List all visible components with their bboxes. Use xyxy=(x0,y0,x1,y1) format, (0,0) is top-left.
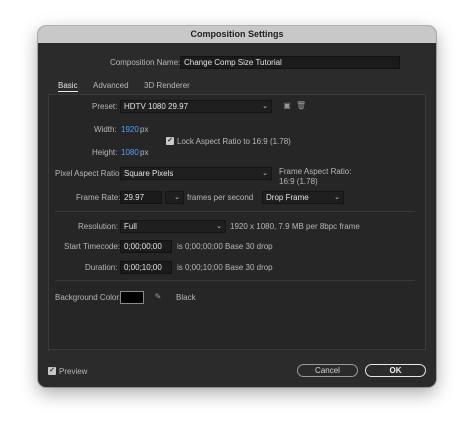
resolution-label: Resolution: xyxy=(78,222,119,231)
composition-settings-dialog: Composition Settings Composition Name: C… xyxy=(38,26,436,387)
width-value[interactable]: 1920 xyxy=(121,125,139,134)
width-unit: px xyxy=(140,125,149,134)
duration-info: is 0;00;10;00 Base 30 drop xyxy=(177,263,273,272)
frame-rate-label: Frame Rate: xyxy=(76,193,121,202)
preset-label: Preset: xyxy=(92,102,118,111)
tab-basic[interactable]: Basic xyxy=(58,81,78,92)
background-color-name: Black xyxy=(176,293,196,302)
start-timecode-label: Start Timecode: xyxy=(64,242,121,251)
chevron-down-icon: ⌄ xyxy=(174,194,180,201)
start-timecode-input[interactable]: 0;00;00;00 xyxy=(120,240,172,253)
preview-checkbox[interactable]: ✓ xyxy=(48,367,56,375)
height-label: Height: xyxy=(92,148,118,157)
background-color-label: Background Color: xyxy=(55,293,122,302)
save-icon[interactable]: ▣ xyxy=(282,101,292,111)
pixel-aspect-select[interactable]: Square Pixels ⌄ xyxy=(120,167,272,180)
frame-rate-input[interactable]: 29.97 xyxy=(120,191,162,204)
start-timecode-info: is 0;00;00;00 Base 30 drop xyxy=(177,242,273,251)
height-unit: px xyxy=(140,148,149,157)
frame-rate-dropdown[interactable]: ⌄ xyxy=(165,191,184,204)
resolution-info: 1920 x 1080, 7.9 MB per 8bpc frame xyxy=(230,222,360,231)
duration-label: Duration: xyxy=(85,263,118,272)
preset-select[interactable]: HDTV 1080 29.97 ⌄ xyxy=(120,100,272,113)
background-color-swatch[interactable] xyxy=(120,291,144,304)
drop-frame-select[interactable]: Drop Frame ⌄ xyxy=(262,191,344,204)
tab-3d-renderer[interactable]: 3D Renderer xyxy=(144,81,190,90)
preset-value: HDTV 1080 29.97 xyxy=(124,102,189,111)
frame-rate-unit: frames per second xyxy=(187,193,254,202)
section-divider xyxy=(55,280,415,281)
comp-name-input[interactable]: Change Comp Size Tutorial xyxy=(180,56,400,69)
chevron-down-icon: ⌄ xyxy=(262,103,268,110)
lock-aspect-checkbox[interactable]: ✓ xyxy=(166,137,174,145)
resolution-select[interactable]: Full ⌄ xyxy=(120,220,226,233)
width-label: Width: xyxy=(94,125,117,134)
pixel-aspect-label: Pixel Aspect Ratio: xyxy=(55,169,122,178)
eyedropper-icon[interactable]: ✎ xyxy=(153,292,163,302)
drop-frame-value: Drop Frame xyxy=(266,193,309,202)
lock-aspect-label: Lock Aspect Ratio to 16:9 (1.78) xyxy=(177,137,291,146)
section-divider xyxy=(55,211,415,212)
pixel-aspect-value: Square Pixels xyxy=(124,169,174,178)
frame-aspect-value: 16:9 (1.78) xyxy=(279,177,318,186)
basic-settings-panel: Preset: HDTV 1080 29.97 ⌄ ▣ 🗑 Width: 192… xyxy=(48,94,426,350)
comp-name-label: Composition Name: xyxy=(110,58,181,67)
height-value[interactable]: 1080 xyxy=(121,148,139,157)
ok-button[interactable]: OK xyxy=(365,364,426,377)
chevron-down-icon: ⌄ xyxy=(262,170,268,177)
preview-label: Preview xyxy=(59,367,88,376)
frame-aspect-label: Frame Aspect Ratio: xyxy=(279,167,352,176)
chevron-down-icon: ⌄ xyxy=(334,194,340,201)
cancel-button[interactable]: Cancel xyxy=(297,364,358,377)
resolution-value: Full xyxy=(124,222,137,231)
dialog-title: Composition Settings xyxy=(38,26,436,43)
trash-icon[interactable]: 🗑 xyxy=(296,101,306,111)
tab-advanced[interactable]: Advanced xyxy=(93,81,129,90)
chevron-down-icon: ⌄ xyxy=(216,223,222,230)
duration-input[interactable]: 0;00;10;00 xyxy=(120,261,172,274)
